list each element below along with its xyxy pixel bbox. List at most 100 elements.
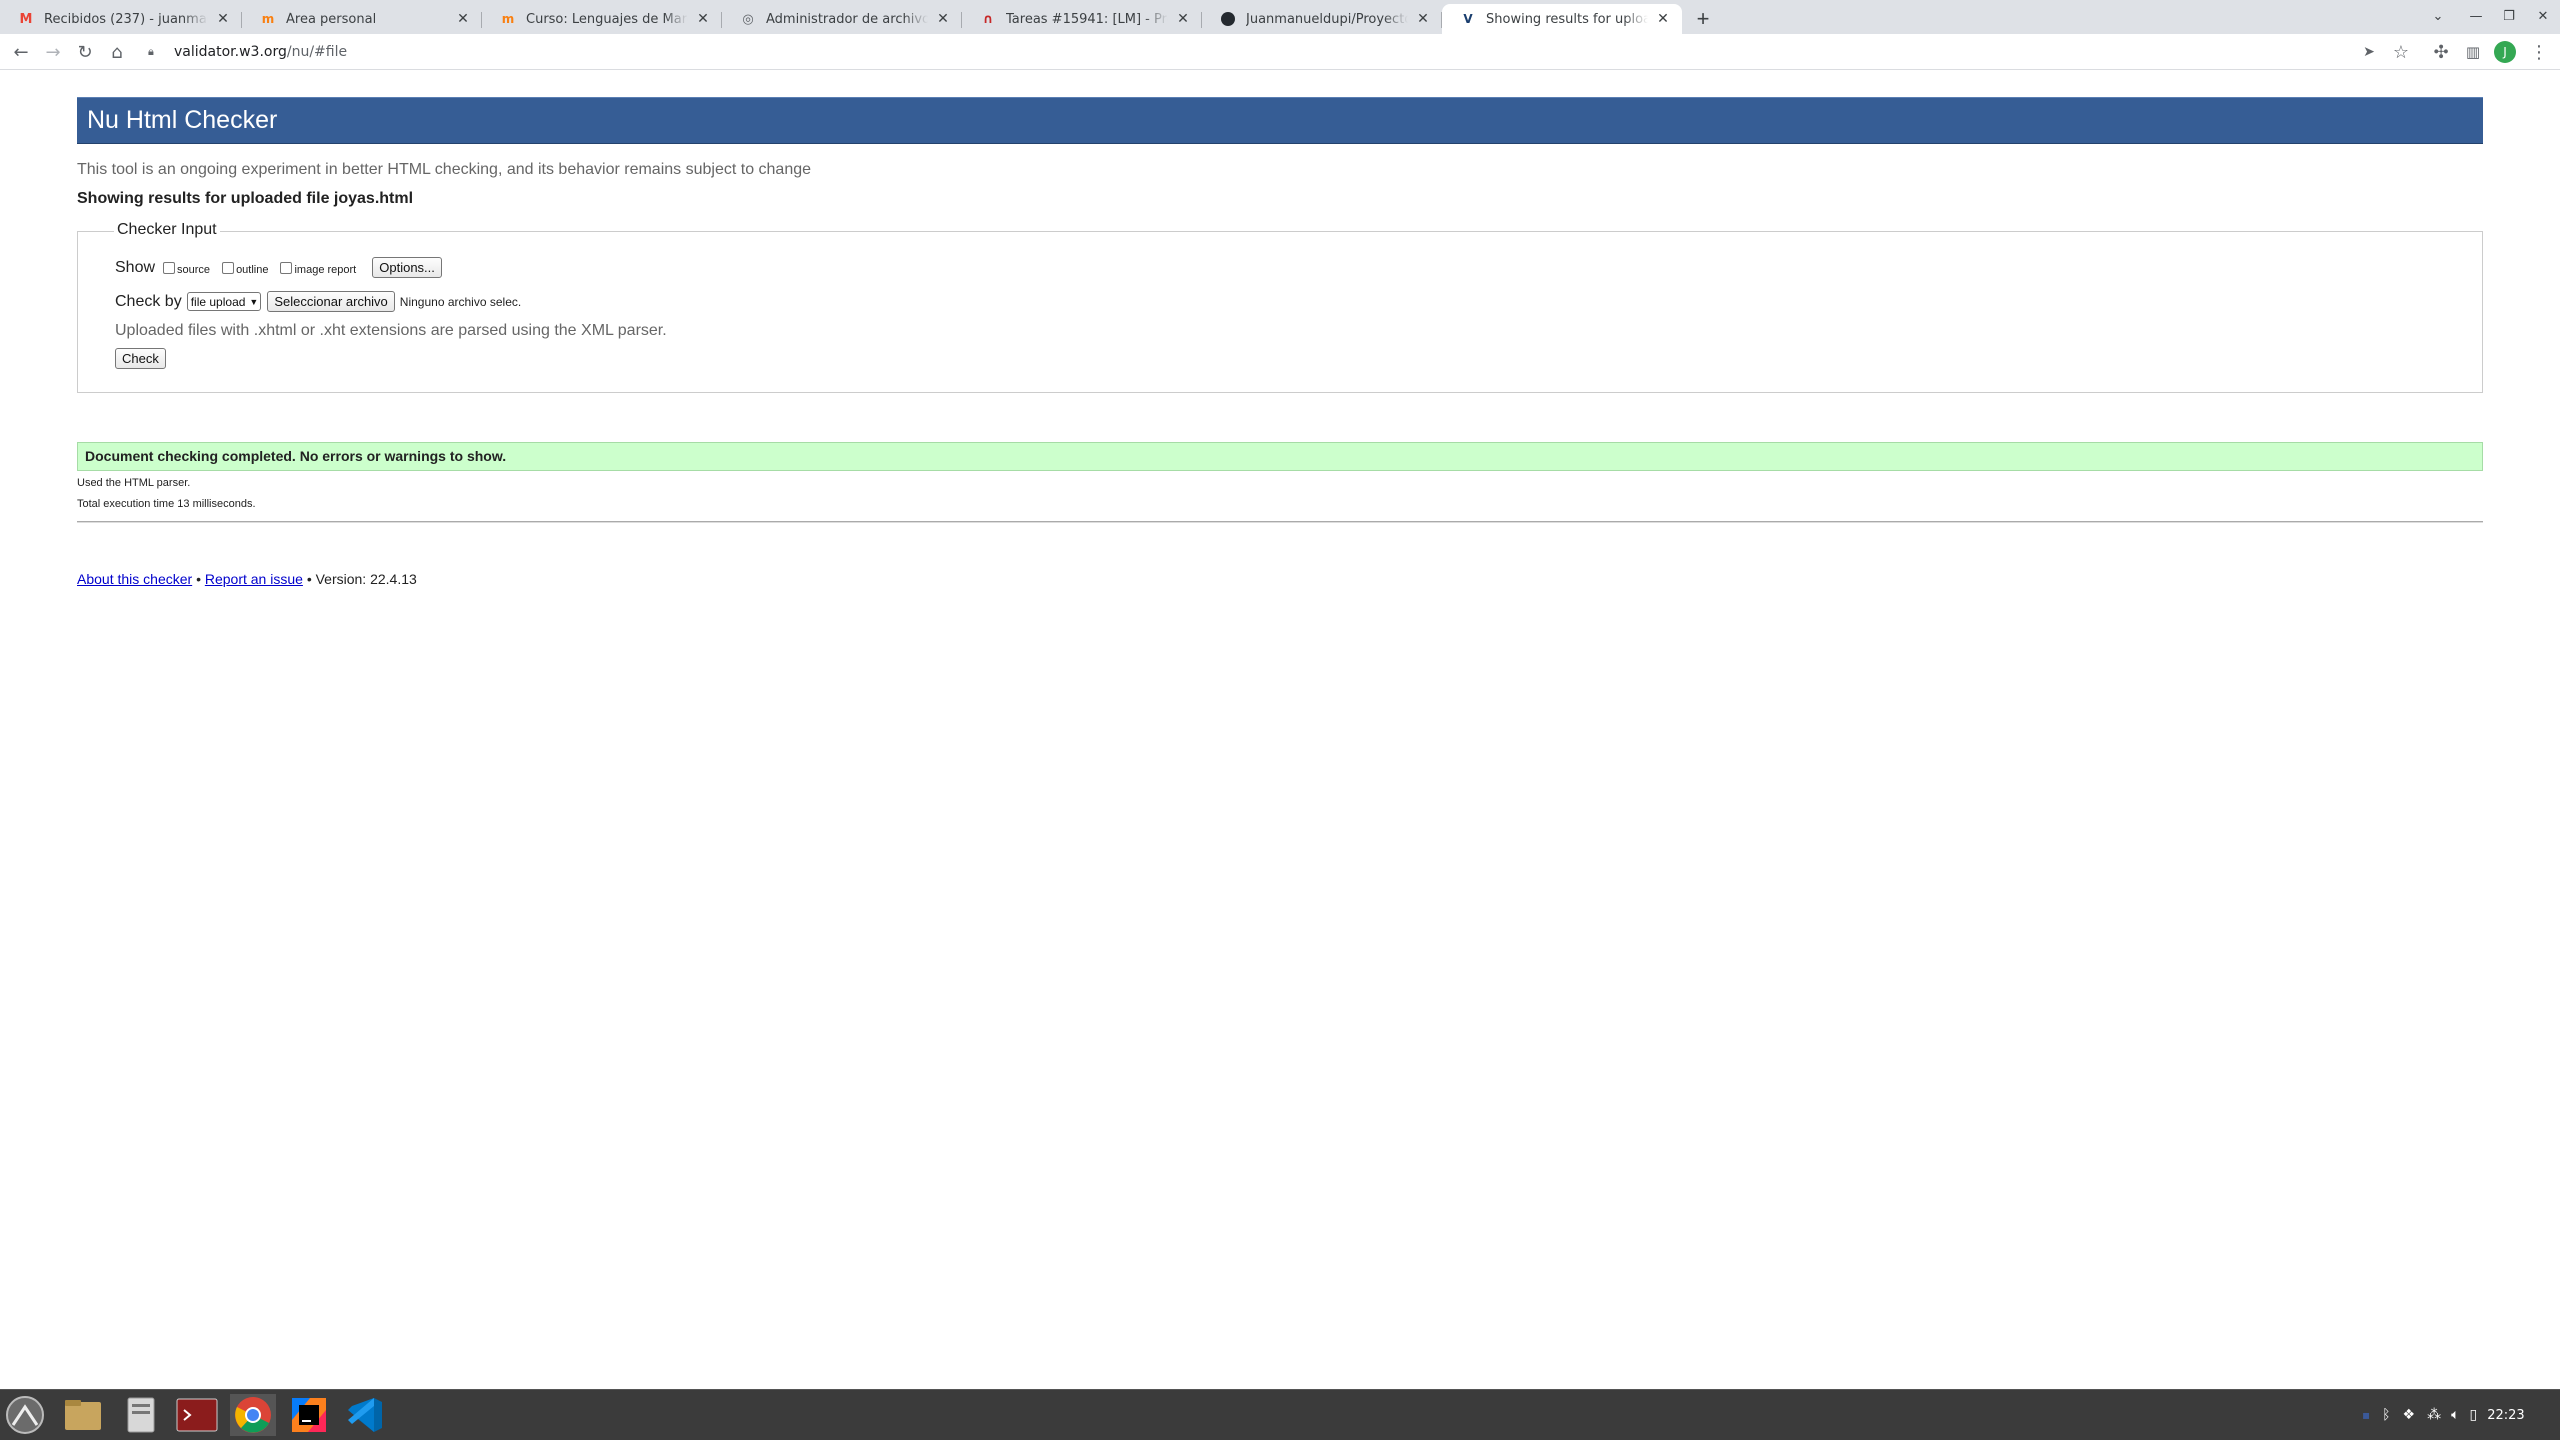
reload-icon[interactable]: ↻: [73, 40, 97, 64]
choose-file-button[interactable]: Seleccionar archivo: [267, 291, 395, 312]
chevron-down-icon: ▼: [249, 296, 259, 307]
divider: [77, 521, 2483, 523]
keyboard-layout-icon[interactable]: ▪: [2362, 1408, 2370, 1422]
tab-title: Administrador de archivos: [766, 11, 928, 27]
send-icon[interactable]: ➤: [2357, 40, 2381, 64]
execution-time: Total execution time 13 milliseconds.: [77, 498, 256, 510]
page-content: Nu Html Checker This tool is an ongoing …: [0, 71, 2560, 1389]
file-manager-icon[interactable]: [60, 1394, 106, 1436]
close-icon[interactable]: ✕: [1654, 10, 1672, 28]
network-icon[interactable]: ⁂: [2427, 1407, 2441, 1423]
tab-title: Área personal: [286, 11, 377, 27]
tab-search-icon[interactable]: ⌄: [2425, 6, 2451, 28]
show-options-row: Show source outline image report Options…: [115, 257, 442, 278]
close-icon[interactable]: ✕: [454, 10, 472, 28]
tab-title: Showing results for uploade: [1486, 11, 1648, 27]
url-host: validator.w3.org: [174, 44, 287, 60]
parser-note: Used the HTML parser.: [77, 477, 191, 489]
lock-icon: 🔒︎: [148, 45, 154, 58]
vscode-icon[interactable]: [342, 1394, 388, 1436]
results-subtitle: Showing results for uploaded file joyas.…: [77, 190, 414, 207]
profile-avatar[interactable]: J: [2494, 41, 2516, 63]
tab-tareas[interactable]: ∩ Tareas #15941: [LM] - Proye ✕: [962, 4, 1202, 34]
version-text: Version: 22.4.13: [315, 571, 417, 587]
w3c-validator-icon: V: [1463, 12, 1473, 26]
tab-gmail[interactable]: M Recibidos (237) - juanmaduj ✕: [0, 4, 242, 34]
footer-bullet: •: [196, 571, 201, 587]
files-icon[interactable]: [118, 1394, 164, 1436]
redmine-icon: ∩: [982, 11, 994, 27]
intellij-icon[interactable]: [286, 1394, 332, 1436]
tab-title: Recibidos (237) - juanmaduj: [44, 11, 208, 27]
about-checker-link[interactable]: About this checker: [77, 571, 192, 587]
checker-legend: Checker Input: [114, 221, 220, 239]
close-window-icon[interactable]: ✕: [2530, 6, 2556, 28]
system-tray: ▪ ᛒ ❖ ⁂ 🔈︎ ▯ 22:23: [2362, 1402, 2525, 1428]
globe-icon: ◎: [742, 11, 754, 27]
tab-admin-archivos[interactable]: ◎ Administrador de archivos ✕: [722, 4, 962, 34]
tab-title: Curso: Lenguajes de Marcas: [526, 11, 688, 27]
start-menu-icon[interactable]: [2, 1394, 48, 1436]
tab-title: Juanmanueldupi/Proyecto-HT: [1246, 11, 1408, 27]
moodle-icon: m: [501, 12, 515, 26]
back-icon[interactable]: ←: [9, 40, 33, 64]
volume-icon[interactable]: 🔈︎: [2451, 1407, 2459, 1423]
success-message: Document checking completed. No errors o…: [77, 442, 2483, 471]
source-checkbox[interactable]: [163, 261, 176, 274]
gmail-icon: M: [19, 11, 33, 27]
bookmark-star-icon[interactable]: ☆: [2389, 40, 2413, 64]
footer-bullet: •: [306, 571, 312, 587]
checker-box: [77, 231, 2483, 393]
dropbox-icon[interactable]: ❖: [2403, 1407, 2416, 1423]
address-bar[interactable]: 🔒︎ validator.w3.org/nu/#file: [142, 38, 2397, 66]
os-taskbar: ▪ ᛒ ❖ ⁂ 🔈︎ ▯ 22:23: [0, 1389, 2560, 1440]
tab-github[interactable]: Juanmanueldupi/Proyecto-HT ✕: [1202, 4, 1442, 34]
chrome-icon[interactable]: [230, 1394, 276, 1436]
github-icon: [1220, 11, 1236, 27]
tab-area-personal[interactable]: m Área personal ✕: [242, 4, 482, 34]
options-button[interactable]: Options...: [372, 257, 442, 278]
check-by-row: Check by file upload ▼ Seleccionar archi…: [115, 291, 521, 312]
tab-curso[interactable]: m Curso: Lenguajes de Marcas ✕: [482, 4, 722, 34]
new-tab-button[interactable]: +: [1690, 6, 1716, 32]
outline-checkbox[interactable]: [222, 261, 235, 274]
extensions-icon[interactable]: ✣: [2429, 40, 2453, 64]
file-status: Ninguno archivo selec.: [399, 294, 522, 309]
forward-icon[interactable]: →: [41, 40, 65, 64]
check-button[interactable]: Check: [115, 348, 166, 369]
close-icon[interactable]: ✕: [214, 10, 232, 28]
clock[interactable]: 22:23: [2487, 1408, 2524, 1423]
close-icon[interactable]: ✕: [934, 10, 952, 28]
show-label: Show: [115, 258, 156, 276]
xml-parser-note: Uploaded files with .xhtml or .xht exten…: [115, 322, 667, 339]
check-by-value: file upload: [190, 294, 246, 309]
close-icon[interactable]: ✕: [1414, 10, 1432, 28]
tab-validator[interactable]: V Showing results for uploade ✕: [1442, 4, 1682, 34]
battery-icon[interactable]: ▯: [2470, 1407, 2478, 1423]
outline-label: outline: [236, 263, 269, 276]
image-report-checkbox[interactable]: [280, 261, 293, 274]
tab-title: Tareas #15941: [LM] - Proye: [1006, 11, 1168, 27]
check-row: Check: [115, 348, 166, 369]
url-path: /nu/#file: [286, 44, 348, 60]
close-icon[interactable]: ✕: [1174, 10, 1192, 28]
browser-toolbar: ← → ↻ ⌂ 🔒︎ validator.w3.org/nu/#file ➤ ☆…: [0, 34, 2560, 70]
menu-kebab-icon[interactable]: ⋮: [2527, 40, 2551, 64]
close-icon[interactable]: ✕: [694, 10, 712, 28]
restore-icon[interactable]: ❐: [2496, 6, 2522, 28]
page-title: Nu Html Checker: [77, 97, 2483, 144]
minimize-icon[interactable]: —: [2463, 6, 2489, 28]
home-icon[interactable]: ⌂: [105, 40, 129, 64]
side-panel-icon[interactable]: ▥: [2461, 40, 2485, 64]
browser-tab-strip: M Recibidos (237) - juanmaduj ✕ m Área p…: [0, 0, 2560, 34]
intro-text: This tool is an ongoing experiment in be…: [77, 161, 812, 178]
source-label: source: [177, 263, 211, 276]
check-by-label: Check by: [115, 292, 182, 310]
image-report-label: image report: [294, 263, 357, 276]
check-by-select[interactable]: file upload ▼: [186, 292, 262, 311]
report-issue-link[interactable]: Report an issue: [205, 571, 303, 587]
footer: About this checker • Report an issue • V…: [77, 571, 417, 587]
terminal-icon[interactable]: [174, 1394, 220, 1436]
bluetooth-icon[interactable]: ᛒ: [2382, 1407, 2390, 1423]
moodle-icon: m: [261, 12, 275, 26]
